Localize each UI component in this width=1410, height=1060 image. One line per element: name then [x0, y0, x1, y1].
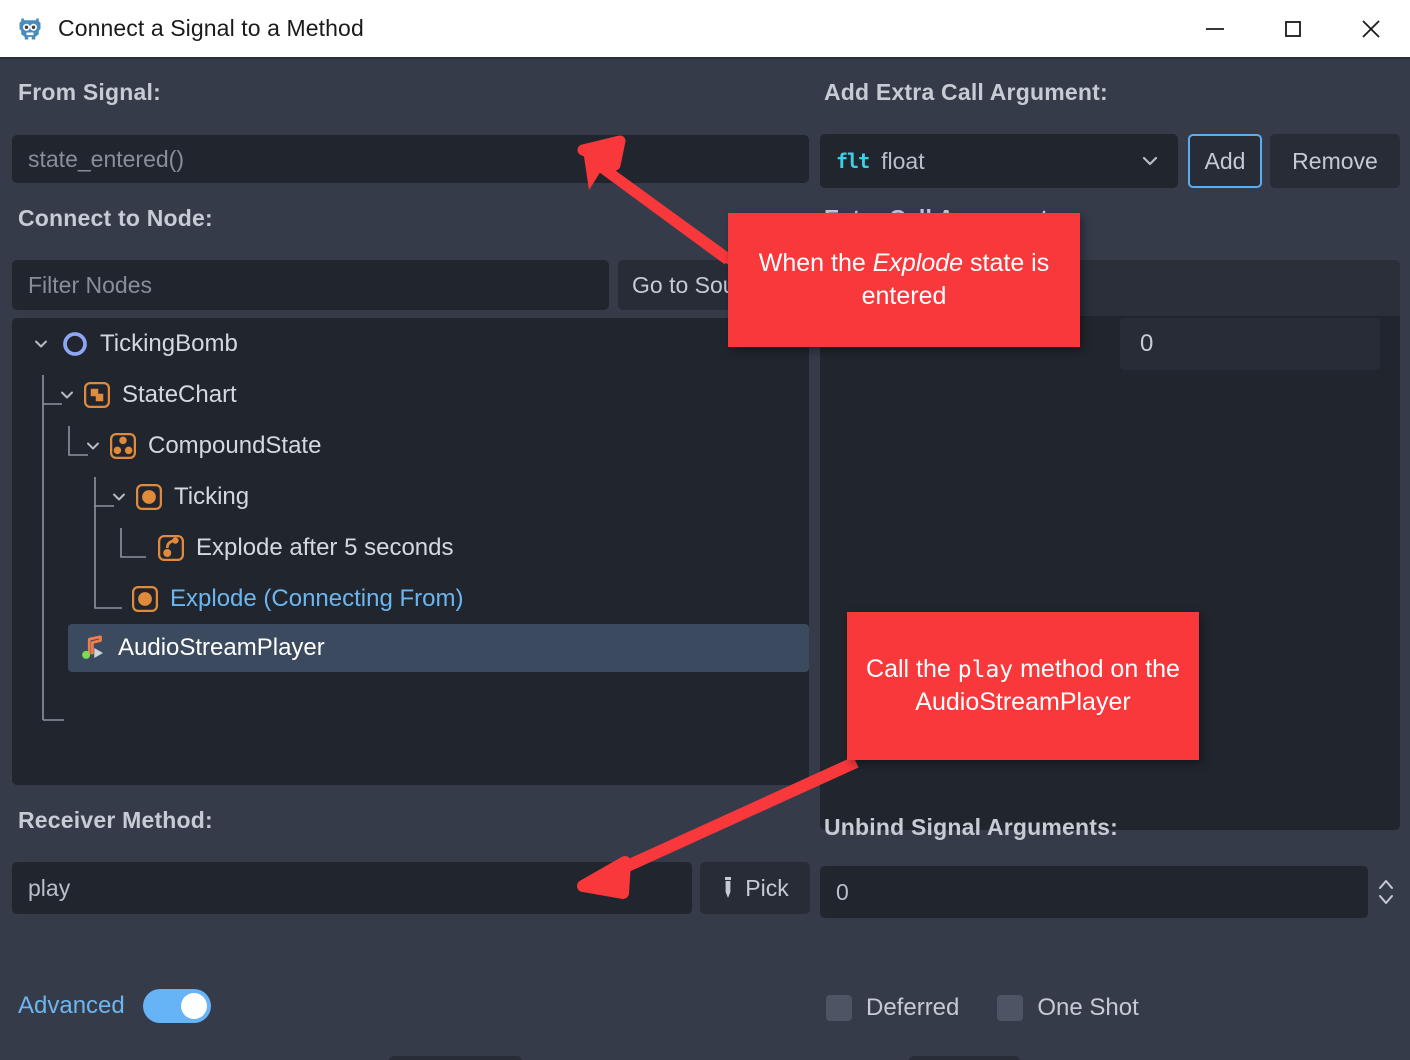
tree-row-label: StateChart — [122, 380, 237, 408]
tree-row-label: Explode (Connecting From) — [170, 584, 464, 612]
deferred-checkbox-row[interactable]: Deferred — [826, 994, 959, 1022]
unbind-arguments-input[interactable]: 0 — [820, 866, 1368, 918]
tree-row[interactable]: Explode after 5 seconds — [12, 522, 809, 573]
add-extra-call-argument-label: Add Extra Call Argument: — [824, 79, 1108, 105]
chevron-down-icon[interactable] — [1138, 149, 1162, 173]
atomic-state-icon — [136, 483, 162, 510]
audio-stream-player-icon — [82, 635, 103, 659]
advanced-toggle[interactable] — [142, 989, 211, 1023]
extra-args-value-cell[interactable]: 0 — [1120, 318, 1380, 370]
pick-button[interactable]: Pick — [700, 862, 810, 914]
tree-row-connecting-from[interactable]: Explode (Connecting From) — [12, 573, 809, 624]
one-shot-checkbox[interactable] — [997, 995, 1024, 1021]
maximize-icon — [1285, 20, 1301, 37]
argument-type-value-wrap: flt float — [836, 148, 925, 175]
callout-2-code: play — [957, 657, 1014, 683]
connect-button[interactable]: Connect — [389, 1056, 522, 1060]
transition-icon — [158, 534, 184, 561]
annotation-callout-explode: When the Explode state is entered — [728, 213, 1080, 347]
advanced-toggle-row[interactable]: Advanced — [18, 989, 211, 1023]
tree-row[interactable]: TickingBomb — [12, 318, 809, 369]
float-type-icon: flt — [836, 149, 870, 173]
callout-1-text: When the Explode state is entered — [746, 247, 1062, 313]
window-title: Connect a Signal to a Method — [58, 15, 364, 41]
callout-1-prefix: When the — [758, 249, 873, 277]
up-down-spinner-icon[interactable] — [1375, 874, 1397, 910]
unbind-spinner[interactable] — [1372, 866, 1400, 918]
chevron-down-icon[interactable] — [56, 384, 78, 406]
minimize-icon — [1206, 27, 1224, 30]
argument-type-value: float — [881, 147, 925, 174]
connect-to-node-label: Connect to Node: — [18, 205, 213, 231]
annotation-callout-play-method: Call the play method on the AudioStreamP… — [847, 612, 1199, 760]
pick-label: Pick — [745, 874, 789, 901]
pencil-icon — [725, 877, 732, 898]
close-button[interactable] — [1332, 0, 1410, 57]
add-button[interactable]: Add — [1188, 134, 1262, 188]
one-shot-checkbox-row[interactable]: One Shot — [997, 994, 1139, 1022]
receiver-method-input[interactable]: play — [12, 862, 692, 914]
unbind-signal-arguments-label: Unbind Signal Arguments: — [824, 814, 1118, 840]
tree-row-label: CompoundState — [148, 431, 322, 459]
cancel-button[interactable]: Cancel — [909, 1056, 1020, 1060]
deferred-label: Deferred — [866, 994, 960, 1021]
tree-row-label: TickingBomb — [100, 329, 238, 357]
tree-row[interactable]: StateChart — [12, 369, 809, 420]
chevron-down-icon[interactable] — [108, 486, 130, 508]
chevron-down-icon[interactable] — [30, 333, 52, 355]
toggle-knob — [180, 993, 207, 1019]
connect-signal-dialog: Connect a Signal to a Method From Signal… — [0, 0, 1410, 1060]
tree-row-selected[interactable]: AudioStreamPlayer — [68, 624, 809, 672]
maximize-button[interactable] — [1254, 0, 1332, 57]
signal-flags-row: Deferred One Shot — [826, 994, 1177, 1022]
minimize-button[interactable] — [1176, 0, 1254, 57]
statechart-icon — [84, 381, 110, 408]
one-shot-label: One Shot — [1037, 994, 1139, 1021]
window-title-bar: Connect a Signal to a Method — [0, 0, 1410, 59]
from-signal-field[interactable]: state_entered() — [12, 135, 809, 183]
advanced-label: Advanced — [18, 992, 125, 1019]
compound-state-icon — [110, 432, 136, 459]
deferred-checkbox[interactable] — [826, 995, 852, 1021]
dialog-body: From Signal: state_entered() Connect to … — [0, 59, 1410, 1060]
tree-row[interactable]: Ticking — [12, 471, 809, 522]
filter-nodes-input[interactable]: Filter Nodes — [12, 260, 609, 310]
atomic-state-icon — [132, 585, 158, 612]
godot-robot-icon — [19, 18, 41, 39]
callout-2-text: Call the play method on the AudioStreamP… — [865, 653, 1181, 719]
tree-row-label: AudioStreamPlayer — [118, 634, 325, 661]
receiver-method-label: Receiver Method: — [18, 807, 213, 833]
tree-row-label: Ticking — [174, 482, 250, 510]
remove-button[interactable]: Remove — [1270, 134, 1400, 188]
chevron-down-icon[interactable] — [82, 435, 104, 457]
callout-2-prefix: Call the — [866, 655, 958, 683]
from-signal-label: From Signal: — [18, 79, 161, 105]
node-tree-panel[interactable]: TickingBomb StateChart CompoundState Tic… — [12, 318, 809, 785]
node2d-circle-icon — [63, 331, 87, 356]
argument-type-dropdown[interactable]: flt float — [820, 134, 1178, 188]
tree-row[interactable]: CompoundState — [12, 420, 809, 471]
close-icon — [1362, 19, 1380, 38]
tree-row-label: Explode after 5 seconds — [196, 533, 454, 561]
callout-1-emphasis: Explode — [872, 249, 964, 277]
